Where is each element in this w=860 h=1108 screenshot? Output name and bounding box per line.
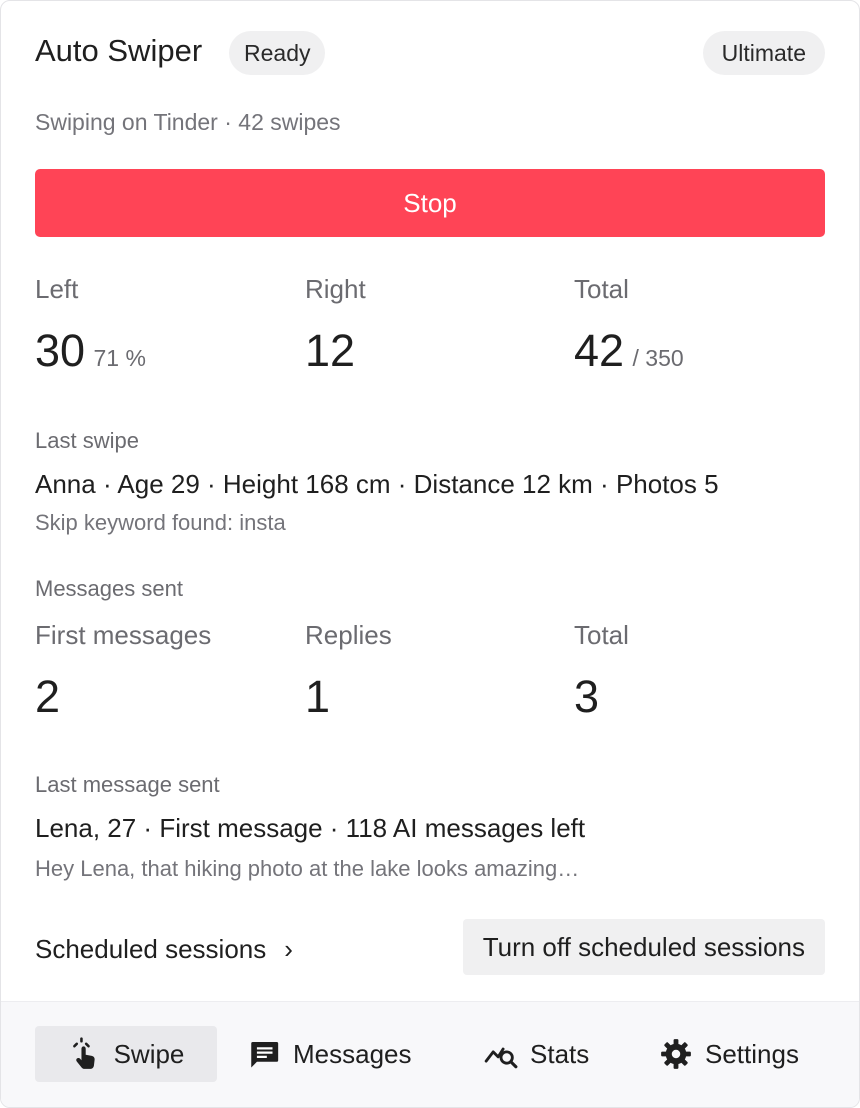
nav-stats-label: Stats [530,1038,590,1069]
nav-item-stats[interactable]: Stats [484,1026,589,1082]
nav-messages-label: Messages [293,1038,412,1069]
stat-messages-total: Total 3 [574,619,834,723]
status-badge: Ready [229,31,326,75]
last-swipe-details: Anna · Age 29 · Height 168 cm · Distance… [35,469,719,499]
auto-swiper-panel: Auto Swiper Ready Ultimate Swiping on Ti… [0,0,860,1108]
scheduled-sessions-link[interactable]: Scheduled sessions › [35,929,293,969]
swipe-summary: Swiping on Tinder · 42 swipes [35,109,341,135]
message-icon [251,1041,279,1068]
stats-search-icon [484,1047,518,1069]
nav-item-swipe[interactable]: Swipe [35,1026,217,1082]
bottom-nav: Swipe Messages Stats Settings [1,1001,859,1107]
chevron-right-icon: › [284,934,293,964]
stat-right-label: Right [305,274,366,304]
app-title: Auto Swiper [35,33,203,68]
nav-item-messages[interactable]: Messages [247,1026,412,1082]
last-message-preview: Hey Lena, that hiking photo at the lake … [35,856,580,881]
stat-left: Left 30 71 % [35,273,295,377]
messages-sent-label: Messages sent [35,576,183,601]
stat-replies: Replies 1 [305,619,565,723]
stat-right-value: 12 [305,325,356,376]
last-message-label: Last message sent [35,772,220,797]
message-stats: First messages 2 Replies 1 Total 3 [35,619,825,722]
header: Auto Swiper Ready Ultimate [35,31,825,75]
stop-button[interactable]: Stop [35,169,825,237]
scheduled-sessions-label: Scheduled sessions [35,934,267,964]
stat-total-limit: / 350 [632,345,684,371]
tap-hand-icon [72,1037,95,1069]
stat-replies-label: Replies [305,620,392,650]
swipe-stats: Left 30 71 % Right 12 Total 42 / 350 [35,273,825,376]
stat-first-messages-value: 2 [35,671,61,722]
stat-total-label: Total [574,274,629,304]
turn-off-scheduled-sessions-button[interactable]: Turn off scheduled sessions [462,919,825,975]
stat-left-value: 30 [35,325,86,376]
stat-right: Right 12 [305,273,565,377]
stat-left-percent: 71 % [93,345,146,371]
nav-settings-label: Settings [705,1038,799,1069]
stat-first-messages: First messages 2 [35,619,295,723]
stat-replies-value: 1 [305,671,331,722]
last-message-details: Lena, 27 · First message · 118 AI messag… [35,813,586,843]
stat-messages-total-value: 3 [574,671,600,722]
last-swipe-label: Last swipe [35,428,139,453]
stat-first-messages-label: First messages [35,620,212,650]
plan-badge: Ultimate [702,31,825,75]
gear-icon [661,1039,691,1069]
last-swipe-note: Skip keyword found: insta [35,510,286,535]
nav-item-settings[interactable]: Settings [659,1026,799,1082]
stat-messages-total-label: Total [574,620,629,650]
nav-swipe-label: Swipe [113,1038,185,1069]
stat-total-value: 42 [574,325,625,376]
stat-total: Total 42 / 350 [574,273,834,377]
stat-left-label: Left [35,274,79,304]
